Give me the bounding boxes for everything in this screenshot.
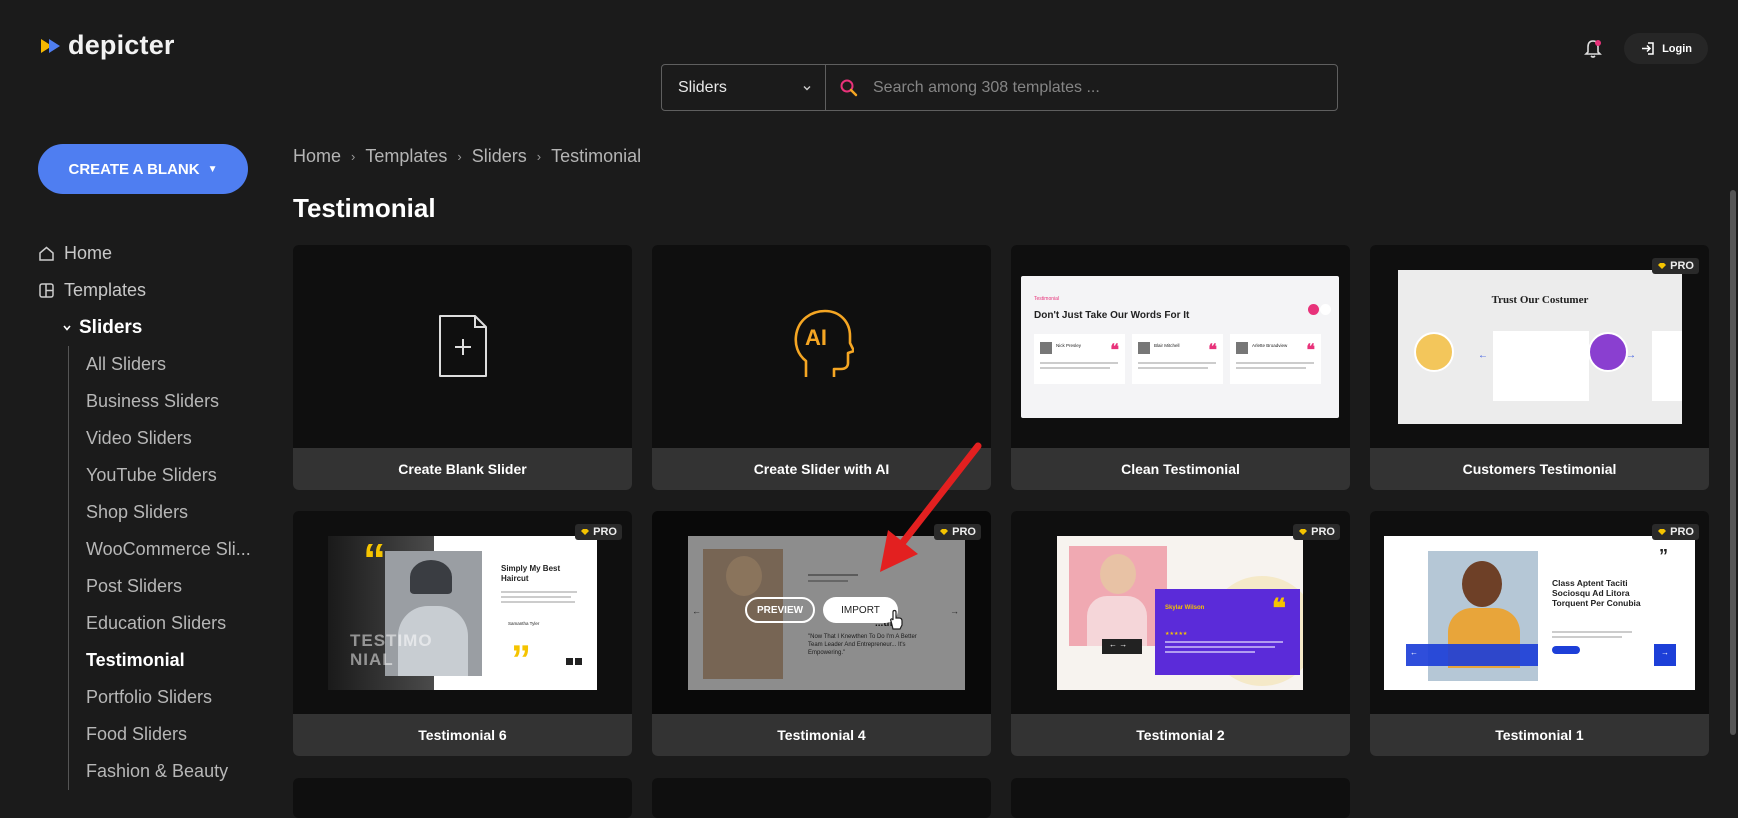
diamond-icon bbox=[1299, 529, 1308, 535]
card-thumbnail: ← → Skylar Wilson ❝ ★★★★★ PRO bbox=[1011, 511, 1350, 714]
pro-badge: PRO bbox=[575, 524, 622, 540]
card-label: Customers Testimonial bbox=[1370, 448, 1709, 490]
pro-badge: PRO bbox=[1652, 524, 1699, 540]
chevron-right-icon: › bbox=[536, 149, 542, 164]
home-icon bbox=[39, 246, 54, 261]
breadcrumb-sliders[interactable]: Sliders bbox=[472, 146, 527, 167]
search-input[interactable] bbox=[871, 77, 1335, 98]
scrollbar-thumb[interactable] bbox=[1730, 190, 1736, 735]
search-icon bbox=[840, 79, 858, 96]
card-thumbnail: AI bbox=[652, 245, 991, 448]
thumb-reviewer-name: Skylar Wilson bbox=[1165, 605, 1205, 611]
login-label: Login bbox=[1662, 42, 1692, 55]
template-card-testimonial-1[interactable]: ← → ” Class Aptent Taciti Sociosqu Ad Li… bbox=[1370, 511, 1709, 756]
brand-name: depicter bbox=[68, 30, 175, 60]
page-title: Testimonial bbox=[293, 193, 436, 223]
annotation-arrow bbox=[880, 442, 982, 572]
sidebar-item-label: Sliders bbox=[79, 316, 143, 338]
template-card-partial[interactable] bbox=[1011, 778, 1350, 818]
thumb-heading: Trust Our Costumer bbox=[1491, 294, 1589, 306]
ai-label: AI bbox=[805, 325, 827, 350]
template-card-testimonial-2[interactable]: ← → Skylar Wilson ❝ ★★★★★ PRO Testimonia… bbox=[1011, 511, 1350, 756]
sidebar-item-business-sliders[interactable]: Business Sliders bbox=[69, 383, 316, 420]
thumb-author: Samantha Tyler bbox=[508, 621, 540, 626]
breadcrumb-templates[interactable]: Templates bbox=[365, 146, 447, 167]
card-thumbnail: ← → ” Class Aptent Taciti Sociosqu Ad Li… bbox=[1370, 511, 1709, 714]
thumb-heading: Don't Just Take Our Words For It bbox=[1034, 310, 1190, 321]
template-card-clean-testimonial[interactable]: Testimonial Don't Just Take Our Words Fo… bbox=[1011, 245, 1350, 490]
card-thumbnail: “ TESTIMO NIAL Simply My Best Haircut Sa… bbox=[293, 511, 632, 714]
template-search-bar: Sliders bbox=[661, 64, 1338, 111]
template-card-testimonial-6[interactable]: “ TESTIMO NIAL Simply My Best Haircut Sa… bbox=[293, 511, 632, 756]
template-card-partial[interactable] bbox=[293, 778, 632, 818]
thumb-eyebrow: Testimonial bbox=[1034, 296, 1060, 302]
card-label: Create Blank Slider bbox=[293, 448, 632, 490]
sidebar-item-video-sliders[interactable]: Video Sliders bbox=[69, 420, 316, 457]
login-button[interactable]: Login bbox=[1624, 33, 1708, 64]
templates-icon bbox=[39, 283, 54, 298]
thumb-reviewer-name: Blair Mitchell bbox=[1154, 343, 1180, 348]
login-icon bbox=[1642, 42, 1654, 55]
thumb-reviewer-name: Nick Presley bbox=[1056, 343, 1082, 348]
card-thumbnail: Trust Our Costumer ← → PRO bbox=[1370, 245, 1709, 448]
pro-badge: PRO bbox=[1293, 524, 1340, 540]
sidebar-item-home[interactable]: Home bbox=[0, 235, 260, 272]
thumb-big-text: TESTIMO NIAL bbox=[350, 631, 433, 669]
category-select-value: Sliders bbox=[678, 78, 727, 96]
page-scrollbar[interactable] bbox=[1728, 0, 1738, 791]
chevron-right-icon: › bbox=[457, 149, 462, 164]
card-label: Testimonial 2 bbox=[1011, 714, 1350, 756]
sidebar-item-label: Home bbox=[64, 243, 113, 263]
card-label: Testimonial 4 bbox=[652, 714, 991, 756]
sidebar-item-label: Templates bbox=[64, 280, 147, 300]
caret-down-icon: ▼ bbox=[207, 163, 218, 175]
breadcrumb-home[interactable]: Home bbox=[293, 146, 341, 167]
sliders-subnav: All Sliders Business Sliders Video Slide… bbox=[68, 346, 260, 790]
breadcrumb: Home › Templates › Sliders › Testimonial bbox=[293, 146, 641, 167]
chevron-down-icon bbox=[803, 85, 811, 90]
category-select[interactable]: Sliders bbox=[662, 65, 826, 110]
sidebar-item-woocommerce-sliders[interactable]: WooCommerce Sli... bbox=[69, 531, 316, 568]
card-label: Clean Testimonial bbox=[1011, 448, 1350, 490]
new-file-icon bbox=[439, 315, 487, 377]
notification-bell-icon[interactable] bbox=[1582, 38, 1604, 60]
template-card-create-blank[interactable]: Create Blank Slider bbox=[293, 245, 632, 490]
diamond-icon bbox=[1658, 529, 1667, 535]
card-label: Testimonial 1 bbox=[1370, 714, 1709, 756]
sidebar-item-food-sliders[interactable]: Food Sliders bbox=[69, 716, 316, 753]
sidebar-nav: Home Templates Sliders All Sliders Busin… bbox=[0, 235, 260, 790]
sidebar-item-sliders[interactable]: Sliders bbox=[0, 309, 260, 346]
card-thumbnail: Testimonial Don't Just Take Our Words Fo… bbox=[1011, 245, 1350, 448]
brand-logo[interactable]: depicter bbox=[40, 30, 175, 61]
sidebar-item-post-sliders[interactable]: Post Sliders bbox=[69, 568, 316, 605]
card-thumbnail bbox=[293, 245, 632, 448]
sidebar-item-education-sliders[interactable]: Education Sliders bbox=[69, 605, 316, 642]
thumb-heading: Class Aptent Taciti Sociosqu Ad Litora T… bbox=[1552, 578, 1641, 609]
sidebar-item-fashion-beauty[interactable]: Fashion & Beauty bbox=[69, 753, 316, 790]
hand-cursor-icon bbox=[890, 609, 903, 630]
thumb-reviewer-name: Arlette Broadview bbox=[1252, 343, 1288, 348]
import-button[interactable]: IMPORT bbox=[823, 597, 898, 623]
pro-badge: PRO bbox=[1652, 258, 1699, 274]
sidebar-item-youtube-sliders[interactable]: YouTube Sliders bbox=[69, 457, 316, 494]
create-blank-label: CREATE A BLANK bbox=[68, 160, 200, 178]
diamond-icon bbox=[1658, 263, 1667, 269]
template-card-partial[interactable] bbox=[652, 778, 991, 818]
template-card-customers-testimonial[interactable]: Trust Our Costumer ← → PRO Customers Tes… bbox=[1370, 245, 1709, 490]
chevron-right-icon: › bbox=[351, 149, 356, 164]
thumb-heading: Simply My Best Haircut bbox=[501, 564, 561, 583]
create-blank-button[interactable]: CREATE A BLANK ▼ bbox=[38, 144, 248, 194]
sidebar-item-portfolio-sliders[interactable]: Portfolio Sliders bbox=[69, 679, 316, 716]
card-label: Testimonial 6 bbox=[293, 714, 632, 756]
sidebar-item-all-sliders[interactable]: All Sliders bbox=[69, 346, 316, 383]
breadcrumb-current: Testimonial bbox=[551, 146, 642, 166]
sidebar-item-templates[interactable]: Templates bbox=[0, 272, 260, 309]
preview-button[interactable]: PREVIEW bbox=[745, 597, 815, 623]
sidebar-item-testimonial[interactable]: Testimonial bbox=[69, 642, 316, 679]
depicter-logo-icon bbox=[41, 38, 60, 53]
chevron-down-icon bbox=[63, 324, 71, 331]
diamond-icon bbox=[581, 529, 590, 535]
sidebar-item-shop-sliders[interactable]: Shop Sliders bbox=[69, 494, 316, 531]
